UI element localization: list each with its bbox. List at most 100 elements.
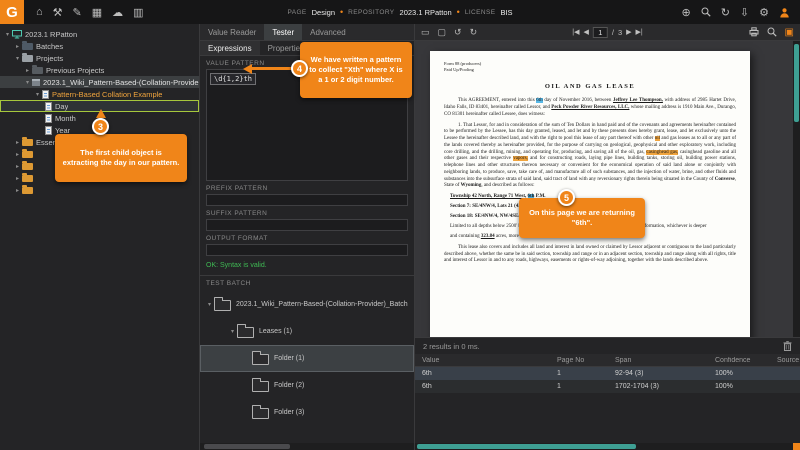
column-header[interactable]: Page No <box>550 357 608 364</box>
form-line: Paid Up/Pooling <box>444 67 736 73</box>
thumbnails-icon[interactable]: ▣ <box>785 27 794 38</box>
stats-icon[interactable]: ▥ <box>133 6 143 19</box>
viewer-toolbar: ▭ ▢ ↺ ↻ |◀ ◀ 1 / 3 ▶ ▶| ▣ <box>415 24 800 41</box>
caret-down-icon: ▾ <box>23 79 32 86</box>
document-paragraph-3: This lease also covers and includes all … <box>444 245 736 265</box>
column-header[interactable]: Confidence <box>708 357 770 364</box>
fit-width-icon[interactable]: ▭ <box>421 27 430 38</box>
trash-icon[interactable] <box>783 341 792 351</box>
result-page: 1 <box>550 370 608 377</box>
tab-expressions[interactable]: Expressions <box>200 41 260 55</box>
callout-5-number: 5 <box>558 189 575 206</box>
horizontal-scrollbar[interactable] <box>415 443 800 450</box>
prev-page-icon[interactable]: ◀ <box>583 28 588 36</box>
callout-4: We have written a pattern to collect "Xt… <box>300 42 412 98</box>
tree-item-projects[interactable]: ▾ Projects <box>0 52 199 64</box>
folder-icon <box>22 139 33 146</box>
print-icon[interactable] <box>749 27 759 37</box>
prefix-pattern-input[interactable] <box>206 194 408 206</box>
publish-icon[interactable]: ☁ <box>112 6 123 19</box>
batch-folder-2[interactable]: Folder (2) <box>200 372 414 399</box>
extractor-doc-icon <box>42 90 49 99</box>
result-confidence: 100% <box>708 383 770 390</box>
column-header[interactable]: Source <box>770 357 800 364</box>
batch-folder-1[interactable]: Folder (1) <box>200 345 414 372</box>
scrollbar-thumb[interactable] <box>204 444 290 449</box>
tree-item-collation-example[interactable]: ▾ Pattern-Based Collation Example <box>0 88 199 100</box>
topbar: G ⌂ ⚒ ✎ ▦ ☁ ▥ PAGE Design • REPOSITORY 2… <box>0 0 800 24</box>
scrollbar-corner <box>793 443 800 450</box>
scrollbar-thumb[interactable] <box>417 444 636 449</box>
document-paragraph-2: 1. That Lessor, for and in consideration… <box>444 123 736 191</box>
folder-icon <box>252 354 269 365</box>
fit-page-icon[interactable]: ▢ <box>438 27 447 38</box>
add-icon[interactable]: ⊕ <box>681 6 690 19</box>
batch-folder-3[interactable]: Folder (3) <box>200 399 414 426</box>
tree-item-folder[interactable]: ▸ <box>0 184 199 196</box>
page-number-input[interactable]: 1 <box>593 27 608 38</box>
column-header[interactable]: Value <box>415 357 550 364</box>
batch-item-label: Leases (1) <box>259 328 292 335</box>
result-row[interactable]: 6th 1 92-94 (3) 100% <box>415 367 800 380</box>
rotate-ccw-icon[interactable]: ↺ <box>454 27 462 38</box>
column-header[interactable]: Span <box>608 357 708 364</box>
syntax-status: OK: Syntax is valid. <box>200 256 414 273</box>
tab-advanced[interactable]: Advanced <box>302 24 354 40</box>
license-value: BIS <box>500 8 512 17</box>
design-icon[interactable]: ✎ <box>73 6 82 19</box>
home-icon[interactable]: ⌂ <box>36 6 43 18</box>
settings-gear-icon[interactable]: ⚙ <box>759 6 769 19</box>
caret-down-icon: ▾ <box>13 55 22 62</box>
value-pattern-text: \d{1,2}th <box>210 73 256 85</box>
callout-4-number: 4 <box>291 60 308 77</box>
refresh-icon[interactable]: ↻ <box>721 6 730 19</box>
results-panel: 2 results in 0 ms. Value Page No Span Co… <box>415 337 800 443</box>
ocr-highlight: casinghead gas, <box>646 150 678 155</box>
last-page-icon[interactable]: ▶| <box>636 28 643 36</box>
search-icon[interactable] <box>701 7 711 17</box>
download-icon[interactable]: ⇩ <box>740 6 749 19</box>
suffix-pattern-input[interactable] <box>206 219 408 231</box>
tools-icon[interactable]: ⚒ <box>53 6 63 19</box>
folder-icon <box>22 55 33 62</box>
search-icon[interactable] <box>767 27 777 37</box>
batches-icon[interactable]: ▦ <box>92 6 102 19</box>
caret-right-icon: ▸ <box>13 43 22 50</box>
next-page-icon[interactable]: ▶ <box>626 28 631 36</box>
output-format-input[interactable] <box>206 244 408 256</box>
viewer-zoom-icons: ▭ ▢ ↺ ↻ <box>421 27 477 38</box>
callout-3-number: 3 <box>92 118 109 135</box>
user-avatar-icon[interactable] <box>779 7 790 18</box>
tree-item-project[interactable]: ▾ 2023.1_Wiki_Pattern-Based-(Collation-P… <box>0 76 199 88</box>
tree-item-label: 2023.1 RPatton <box>25 30 77 39</box>
topbar-nav-icons: ⌂ ⚒ ✎ ▦ ☁ ▥ <box>36 6 144 19</box>
tester-tabbar: Value Reader Tester Advanced <box>200 24 414 41</box>
tree-item-batches[interactable]: ▸ Batches <box>0 40 199 52</box>
batch-root-folder[interactable]: ▾ 2023.1_Wiki_Pattern-Based-(Collation-P… <box>200 291 414 318</box>
batch-item-label: Folder (1) <box>274 355 304 362</box>
result-value: 6th <box>415 370 550 377</box>
tab-tester[interactable]: Tester <box>264 24 302 40</box>
tree-item-repository[interactable]: ▾ 2023.1 RPatton <box>0 28 199 40</box>
document-paragraph-1: This AGREEMENT, entered into this 6th da… <box>444 98 736 118</box>
document-canvas[interactable]: Form 88 (producers) Paid Up/Pooling OIL … <box>415 41 800 337</box>
rotate-cw-icon[interactable]: ↻ <box>470 27 478 38</box>
grooper-logo[interactable]: G <box>0 0 24 24</box>
scrollbar-thumb[interactable] <box>794 44 799 122</box>
tree-item-label: 2023.1_Wiki_Pattern-Based-(Collation-Pro… <box>43 78 199 87</box>
first-page-icon[interactable]: |◀ <box>572 28 579 36</box>
ocr-highlight: vapors, <box>513 156 528 161</box>
result-confidence: 100% <box>708 370 770 377</box>
project-icon <box>32 79 40 86</box>
result-row[interactable]: 6th 1 1702-1704 (3) 100% <box>415 380 800 393</box>
horizontal-scrollbar[interactable] <box>200 443 414 450</box>
tree-item-previous-projects[interactable]: ▸ Previous Projects <box>0 64 199 76</box>
results-column-headers: Value Page No Span Confidence Source <box>415 354 800 367</box>
document-form-header: Form 88 (producers) Paid Up/Pooling <box>444 61 736 74</box>
batch-leases-folder[interactable]: ▾ Leases (1) <box>200 318 414 345</box>
tab-value-reader[interactable]: Value Reader <box>200 24 264 40</box>
caret-right-icon: ▸ <box>13 163 22 170</box>
vertical-scrollbar[interactable] <box>793 41 800 337</box>
extractor-doc-icon <box>45 114 52 123</box>
caret-right-icon: ▸ <box>13 187 22 194</box>
